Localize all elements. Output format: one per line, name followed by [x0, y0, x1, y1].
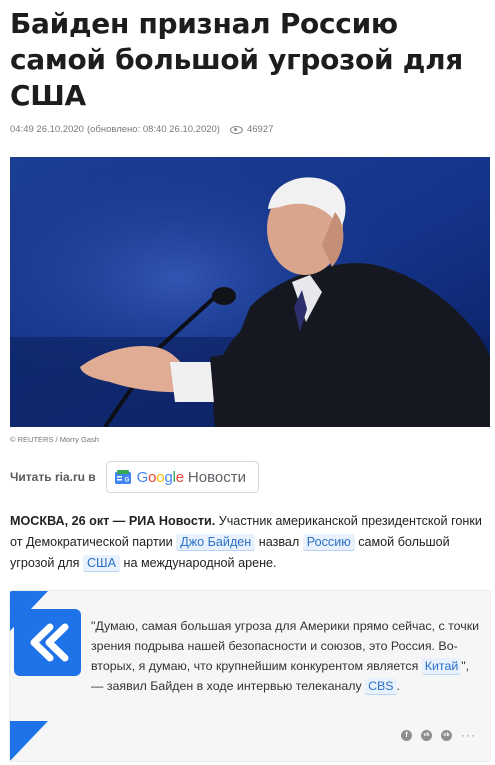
publish-time: 04:49 26.10.2020 [10, 124, 84, 135]
article-lead: МОСКВА, 26 окт — РИА Новости. Участник а… [10, 511, 492, 574]
google-news-icon: G [114, 470, 131, 484]
google-wordmark: Google [137, 469, 184, 486]
vk-icon[interactable]: vk [421, 730, 432, 741]
svg-text:G: G [124, 478, 129, 484]
article-photo[interactable] [10, 157, 490, 427]
article-headline: Байден признал Россию самой большой угро… [10, 7, 463, 112]
tag-russia[interactable]: Россию [302, 534, 355, 551]
share-bar: f vk ok ··· [401, 729, 476, 741]
read-on-label: Читать ria.ru в [10, 470, 96, 484]
read-on-google-news: Читать ria.ru в G Google Новости [10, 461, 259, 493]
tag-usa[interactable]: США [82, 555, 120, 572]
quote-part: "Думаю, самая большая угроза для Америки… [91, 619, 480, 673]
photo-credit: © REUTERS / Morry Gash [10, 435, 99, 444]
quote-icon [14, 609, 81, 676]
lead-text: назвал [255, 535, 303, 549]
eye-icon [229, 125, 243, 134]
google-letter: G [136, 468, 149, 486]
facebook-icon[interactable]: f [401, 730, 412, 741]
tag-china[interactable]: Китай [421, 658, 462, 675]
google-news-button[interactable]: G Google Новости [105, 461, 259, 493]
tag-biden[interactable]: Джо Байден [176, 534, 256, 551]
article-meta: 04:49 26.10.2020 (обновлено: 08:40 26.10… [10, 124, 273, 135]
google-news-label: Новости [187, 468, 246, 486]
tag-cbs[interactable]: CBS [365, 678, 397, 695]
view-count: 46927 [229, 124, 274, 135]
odnoklassniki-icon[interactable]: ok [441, 730, 452, 741]
quote-text: "Думаю, самая большая угроза для Америки… [91, 616, 481, 696]
quote-block: "Думаю, самая большая угроза для Америки… [10, 591, 490, 761]
lead-text: на международной арене. [120, 556, 277, 570]
google-letter: e [175, 468, 184, 486]
updated-time: (обновлено: 08:40 26.10.2020) [86, 124, 220, 135]
google-letter: g [164, 468, 173, 486]
more-icon[interactable]: ··· [461, 729, 476, 741]
dateline: МОСКВА, 26 окт — РИА Новости. [10, 514, 216, 528]
view-count-value: 46927 [246, 124, 274, 135]
quote-part: . [396, 679, 401, 693]
